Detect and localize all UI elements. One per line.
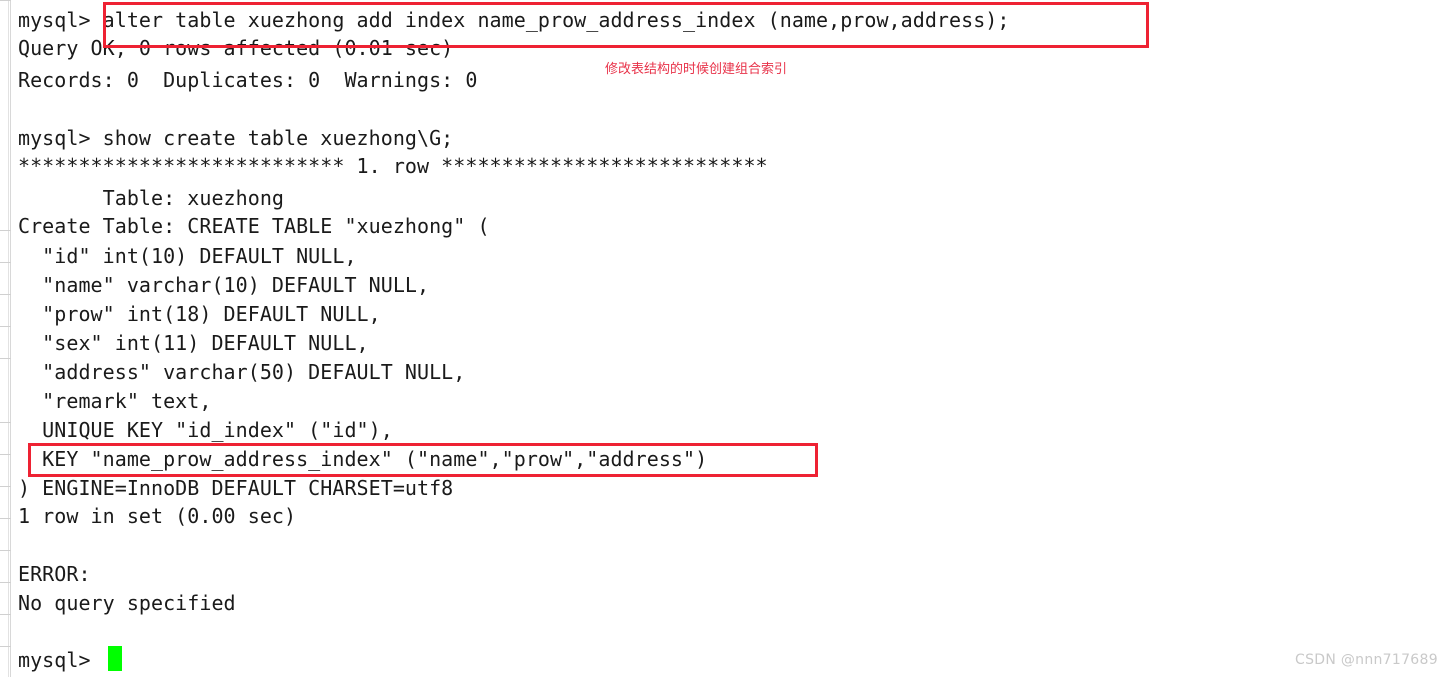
terminal-cursor [108,646,122,671]
gutter-tick [0,614,11,615]
gutter-tick [0,262,11,263]
gutter-tick [0,550,11,551]
terminal-line-field-create-table: Create Table: CREATE TABLE "xuezhong" ( [18,214,490,238]
gutter-tick [0,358,11,359]
terminal-line-prompt: mysql> [18,648,91,672]
terminal-line-row-in-set: 1 row in set (0.00 sec) [18,504,297,528]
gutter-tick [0,230,11,231]
terminal-line-error-message: No query specified [18,591,236,615]
terminal-line-unique-key: UNIQUE KEY "id_index" ("id"), [18,418,393,442]
gutter-vertical-rule-1 [8,0,9,677]
terminal-line-row-separator: *************************** 1. row *****… [18,154,768,178]
gutter-tick [0,454,11,455]
terminal-line-query-ok: Query OK, 0 rows affected (0.01 sec) [18,36,454,60]
terminal-line-field-table: Table: xuezhong [18,186,285,210]
terminal-line-command-alter: mysql> alter table xuezhong add index na… [18,8,1010,32]
gutter-tick [0,646,11,647]
terminal-output[interactable]: mysql> alter table xuezhong add index na… [18,0,1428,677]
terminal-line-column-remark: "remark" text, [18,389,212,413]
terminal-line-command-show-create: mysql> show create table xuezhong\G; [18,126,454,150]
terminal-screenshot: mysql> alter table xuezhong add index na… [0,0,1444,677]
gutter-tick [0,422,11,423]
terminal-line-column-address: "address" varchar(50) DEFAULT NULL, [18,360,466,384]
csdn-watermark: CSDN @nnn717689 [1295,652,1438,668]
left-gutter [0,0,11,677]
gutter-tick [0,518,11,519]
terminal-line-composite-key: KEY "name_prow_address_index" ("name","p… [18,447,708,471]
terminal-line-column-prow: "prow" int(18) DEFAULT NULL, [18,302,381,326]
terminal-line-records: Records: 0 Duplicates: 0 Warnings: 0 [18,68,478,92]
terminal-line-column-sex: "sex" int(11) DEFAULT NULL, [18,331,369,355]
gutter-tick [0,486,11,487]
gutter-tick [0,326,11,327]
terminal-line-column-id: "id" int(10) DEFAULT NULL, [18,244,357,268]
annotation-composite-index: 修改表结构的时候创建组合索引 [605,62,788,77]
gutter-tick [0,0,11,1]
terminal-line-column-name: "name" varchar(10) DEFAULT NULL, [18,273,430,297]
terminal-line-error-label: ERROR: [18,562,91,586]
gutter-tick [0,294,11,295]
gutter-tick [0,582,11,583]
terminal-line-engine: ) ENGINE=InnoDB DEFAULT CHARSET=utf8 [18,476,454,500]
